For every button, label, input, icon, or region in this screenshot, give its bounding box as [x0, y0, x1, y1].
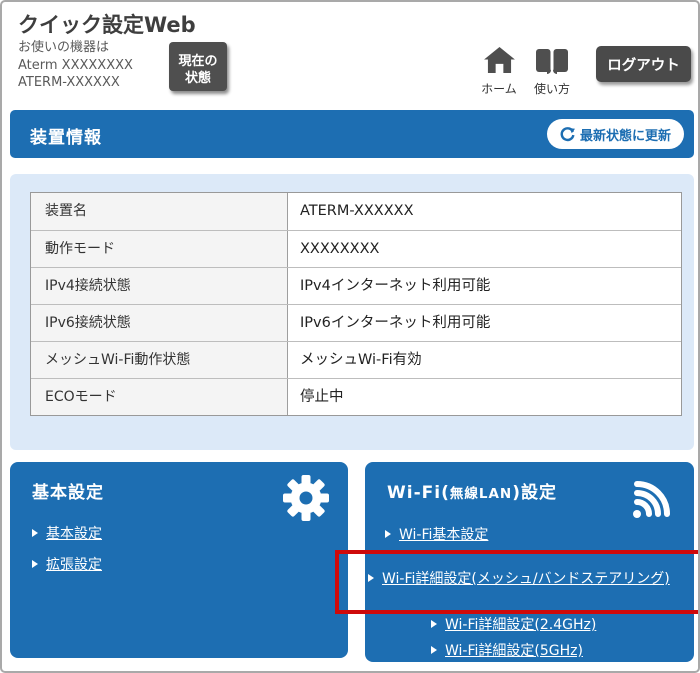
card-basic-title: 基本設定: [32, 478, 104, 503]
link-wifi-detail-24ghz[interactable]: Wi-Fi詳細設定(2.4GHz): [431, 614, 596, 634]
book-icon: [534, 49, 570, 78]
help-button[interactable]: 使い方: [526, 49, 578, 97]
section-bar-device-info: 装置情報 最新状態に更新: [10, 110, 694, 158]
link-extended-settings[interactable]: 拡張設定: [32, 553, 102, 575]
refresh-icon: [560, 127, 575, 142]
card-wifi-title: Wi-Fi(無線LAN)設定: [387, 478, 557, 503]
current-status-button[interactable]: 現在の 状態: [169, 42, 227, 91]
row-value: IPv6インターネット利用可能: [288, 305, 681, 341]
triangle-icon: [32, 560, 38, 568]
section-title: 装置情報: [30, 123, 102, 148]
card-wifi-settings: Wi-Fi(無線LAN)設定 Wi-Fi基本設定 Wi-Fi詳細設定(メッシュ/…: [365, 462, 694, 662]
refresh-label: 最新状態に更新: [580, 125, 671, 144]
row-value: ATERM-XXXXXX: [288, 193, 681, 230]
triangle-icon: [431, 620, 437, 628]
link-label: Wi-Fi基本設定: [399, 524, 488, 544]
link-label: Wi-Fi詳細設定(2.4GHz): [445, 614, 596, 634]
link-label: Wi-Fi詳細設定(5GHz): [445, 640, 583, 660]
table-row: 装置名 ATERM-XXXXXX: [31, 193, 681, 230]
row-label: 装置名: [31, 193, 288, 230]
card-wifi-title-post: )設定: [512, 483, 557, 503]
home-button[interactable]: ホーム: [476, 47, 522, 97]
row-value: IPv4インターネット利用可能: [288, 268, 681, 304]
current-status-label-line1: 現在の: [178, 54, 217, 69]
row-label: メッシュWi-Fi動作状態: [31, 342, 288, 378]
row-value: 停止中: [288, 379, 681, 415]
triangle-icon: [385, 530, 391, 538]
app-title: クイック設定Web: [18, 9, 196, 39]
triangle-icon: [32, 529, 38, 537]
page: クイック設定Web お使いの機器は Aterm XXXXXXXX ATERM-X…: [0, 0, 700, 673]
device-table: 装置名 ATERM-XXXXXX 動作モード XXXXXXXX IPv4接続状態…: [30, 192, 682, 416]
card-basic-settings: 基本設定 基本設定: [10, 462, 348, 658]
device-info-line: Aterm XXXXXXXX: [18, 57, 133, 75]
triangle-icon: [368, 574, 374, 582]
row-value: メッシュWi-Fi有効: [288, 342, 681, 378]
link-wifi-detail-5ghz[interactable]: Wi-Fi詳細設定(5GHz): [431, 640, 583, 660]
logout-button[interactable]: ログアウト: [596, 46, 691, 82]
wifi-icon: [632, 476, 678, 522]
device-info-line: ATERM-XXXXXX: [18, 74, 133, 92]
current-status-label-line2: 状態: [185, 71, 211, 86]
link-wifi-detail-mesh-bandsteering[interactable]: Wi-Fi詳細設定(メッシュ/バンドステアリング): [368, 568, 670, 588]
table-row: IPv6接続状態 IPv6インターネット利用可能: [31, 304, 681, 341]
refresh-status-button[interactable]: 最新状態に更新: [547, 119, 684, 149]
device-info-line: お使いの機器は: [18, 39, 133, 57]
triangle-icon: [431, 646, 437, 654]
link-label: 拡張設定: [46, 554, 102, 574]
home-label: ホーム: [481, 80, 517, 97]
table-row: 動作モード XXXXXXXX: [31, 230, 681, 267]
basic-links: 基本設定 拡張設定: [32, 522, 102, 584]
home-icon: [484, 47, 515, 78]
card-wifi-title-pre: Wi-Fi(: [387, 483, 450, 503]
link-label: 基本設定: [46, 523, 102, 543]
row-label: 動作モード: [31, 231, 288, 267]
card-wifi-title-small: 無線LAN: [450, 486, 512, 502]
row-label: IPv6接続状態: [31, 305, 288, 341]
link-basic-settings[interactable]: 基本設定: [32, 522, 102, 544]
link-label: Wi-Fi詳細設定(メッシュ/バンドステアリング): [382, 568, 670, 588]
help-label: 使い方: [534, 80, 570, 97]
table-row: メッシュWi-Fi動作状態 メッシュWi-Fi有効: [31, 341, 681, 378]
row-label: IPv4接続状態: [31, 268, 288, 304]
device-info: お使いの機器は Aterm XXXXXXXX ATERM-XXXXXX: [18, 39, 133, 92]
link-wifi-basic[interactable]: Wi-Fi基本設定: [385, 524, 488, 544]
row-label: ECOモード: [31, 379, 288, 415]
row-value: XXXXXXXX: [288, 231, 681, 267]
table-row: ECOモード 停止中: [31, 378, 681, 415]
table-row: IPv4接続状態 IPv4インターネット利用可能: [31, 267, 681, 304]
gear-icon: [282, 474, 330, 526]
